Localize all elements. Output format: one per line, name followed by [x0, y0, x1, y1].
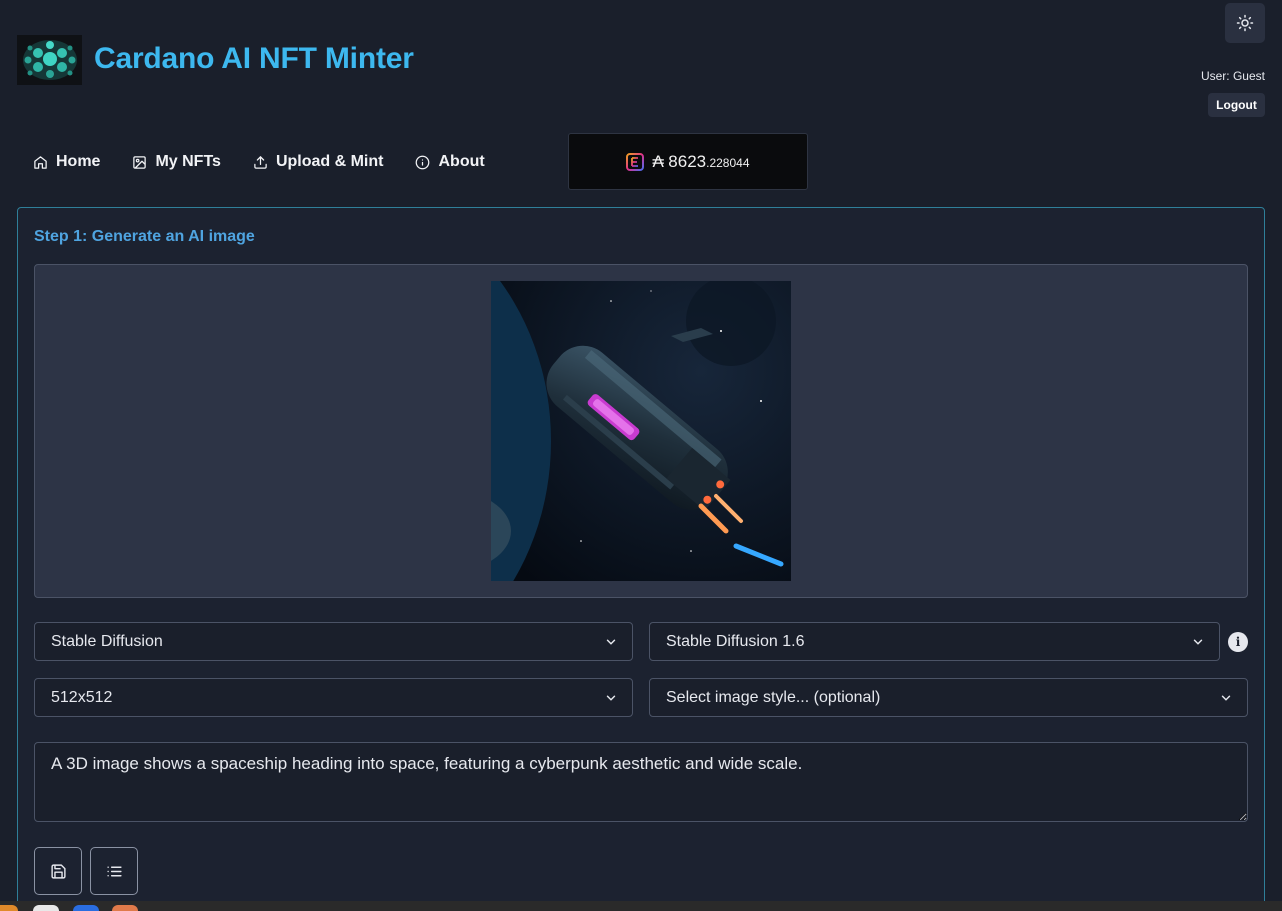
balance-decimal: .228044 [706, 155, 750, 170]
chevron-down-icon [606, 639, 616, 645]
os-taskbar [0, 901, 1282, 911]
wallet-logo-icon [626, 152, 645, 171]
info-circle-icon [416, 155, 430, 169]
chevron-down-icon [606, 695, 616, 701]
theme-toggle-button[interactable] [1225, 3, 1265, 43]
nav-home[interactable]: Home [17, 134, 116, 190]
save-icon [50, 863, 66, 879]
main-nav: Home My NFTs Upload & Mint About [17, 134, 501, 190]
logout-button[interactable]: Logout [1208, 93, 1265, 117]
nav-my-nfts[interactable]: My NFTs [116, 134, 236, 190]
ada-symbol: ₳ [652, 151, 664, 171]
chevron-down-icon [1193, 639, 1203, 645]
taskbar-app-icon[interactable] [73, 905, 99, 911]
provider-select[interactable]: Stable Diffusion [34, 622, 633, 661]
taskbar-app-icon[interactable] [0, 905, 18, 911]
chevron-down-icon [1221, 695, 1231, 701]
nav-upload-mint[interactable]: Upload & Mint [237, 134, 400, 190]
image-preview-panel [34, 264, 1248, 598]
list-icon [106, 866, 122, 876]
provider-select-value: Stable Diffusion [51, 632, 163, 650]
step1-card: Step 1: Generate an AI image Stable Diff… [17, 207, 1265, 911]
style-select-value: Select image style... (optional) [666, 688, 881, 706]
step1-title: Step 1: Generate an AI image [34, 228, 255, 245]
prompt-list-button[interactable] [90, 847, 138, 895]
balance-whole: 8623 [668, 151, 707, 171]
sun-icon [1236, 14, 1254, 32]
upload-icon [254, 155, 267, 169]
nav-my-nfts-label: My NFTs [155, 153, 221, 170]
model-select-value: Stable Diffusion 1.6 [666, 632, 805, 650]
taskbar-app-icon[interactable] [33, 905, 59, 911]
image-icon [133, 155, 147, 169]
wallet-balance-button[interactable]: ₳ 8623.228044 [568, 133, 808, 190]
nav-about-label: About [438, 153, 485, 170]
nav-home-label: Home [56, 153, 101, 170]
model-select[interactable]: Stable Diffusion 1.6 [649, 622, 1220, 661]
save-prompt-button[interactable] [34, 847, 82, 895]
taskbar-app-icon[interactable] [112, 905, 138, 911]
model-info-icon[interactable]: i [1228, 632, 1248, 652]
generated-image[interactable] [491, 281, 791, 581]
size-select[interactable]: 512x512 [34, 678, 633, 717]
home-icon [34, 155, 47, 169]
style-select[interactable]: Select image style... (optional) [649, 678, 1248, 717]
nav-about[interactable]: About [399, 134, 500, 190]
app-title: Cardano AI NFT Minter [94, 42, 414, 75]
nav-upload-mint-label: Upload & Mint [275, 153, 384, 170]
size-select-value: 512x512 [51, 688, 113, 706]
user-label: User: Guest [1200, 69, 1265, 83]
app-logo [17, 35, 82, 85]
prompt-textarea[interactable]: A 3D image shows a spaceship heading int… [34, 742, 1248, 822]
